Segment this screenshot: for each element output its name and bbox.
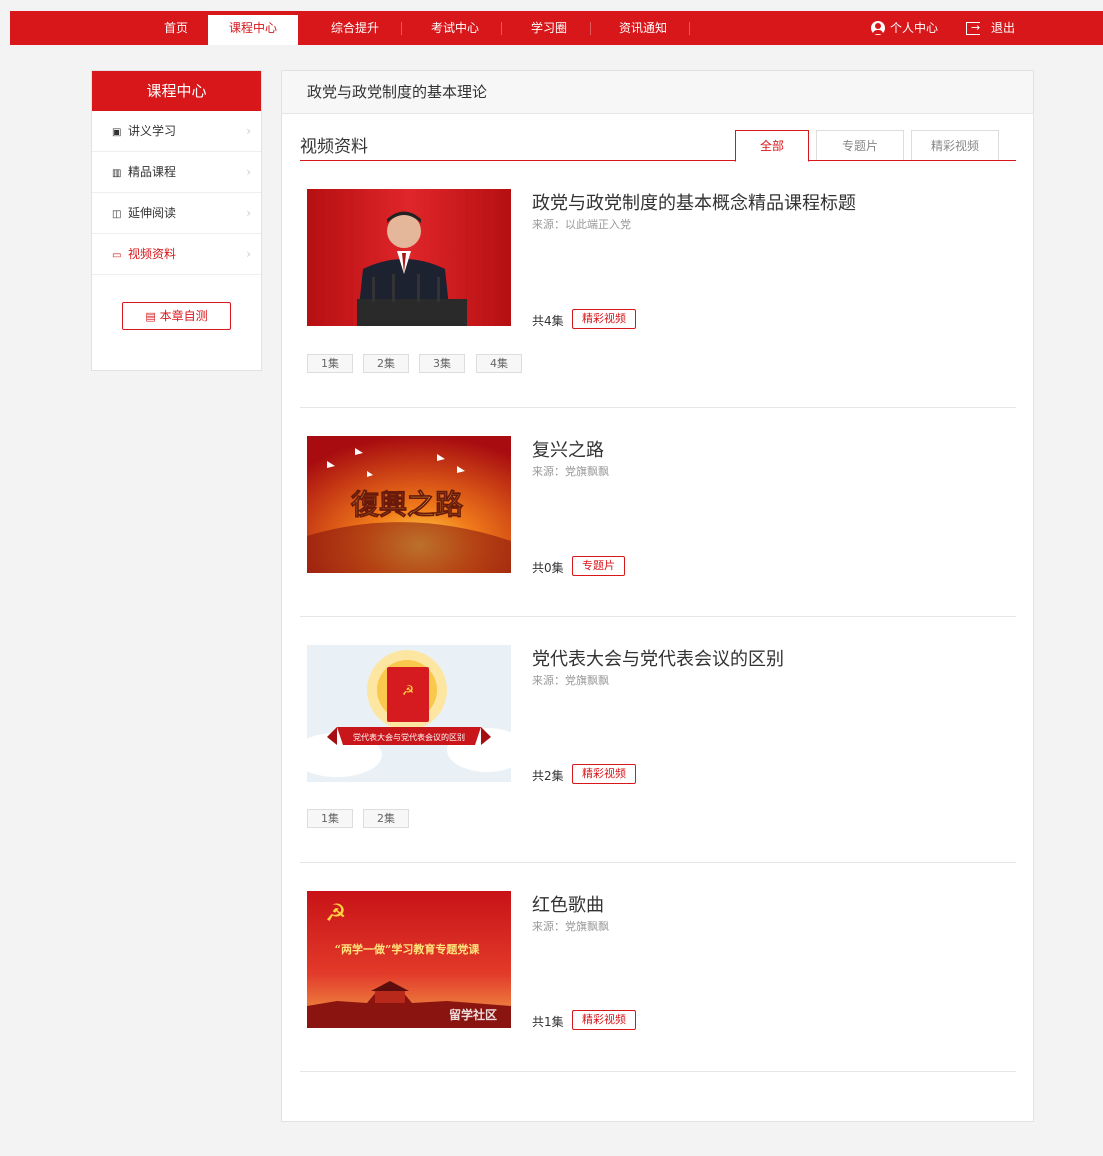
- video-thumbnail[interactable]: [307, 189, 511, 326]
- video-source: 来源：以此端正入党: [532, 218, 631, 231]
- video-icon: ▭: [112, 250, 122, 261]
- sidebar-item-label: 精品课程: [128, 165, 177, 179]
- category-tag: 精彩视频: [572, 764, 636, 784]
- svg-text:☭: ☭: [402, 683, 415, 699]
- episode-button[interactable]: 4集: [476, 354, 522, 373]
- video-thumbnail[interactable]: 復興之路: [307, 436, 511, 573]
- sidebar-title: 课程中心: [92, 71, 261, 111]
- entry-divider: [300, 862, 1016, 863]
- thumb-caption: “两学一做”学习教育专题党课: [335, 942, 481, 956]
- main-panel: 政党与政党制度的基本理论 视频资料 全部 专题片 精彩视频 政党与政党制度的基本…: [281, 70, 1034, 1122]
- nav-study-circle[interactable]: 学习圈: [520, 11, 578, 45]
- video-source: 来源：党旗飘飘: [532, 465, 609, 478]
- category-tag: 精彩视频: [572, 1010, 636, 1030]
- sidebar-item-label: 讲义学习: [128, 124, 177, 138]
- sidebar-item-premium-course[interactable]: ▥ 精品课程 ›: [92, 152, 261, 193]
- svg-text:☭: ☭: [325, 899, 347, 927]
- video-title[interactable]: 红色歌曲: [532, 891, 604, 917]
- episode-button[interactable]: 2集: [363, 354, 409, 373]
- episode-count: 共0集: [532, 561, 564, 575]
- user-icon: [871, 21, 885, 35]
- nav-divider: [501, 22, 502, 35]
- test-icon: ▤: [145, 310, 156, 323]
- video-source: 来源：党旗飘飘: [532, 674, 609, 687]
- document-icon: ▣: [112, 127, 122, 138]
- nav-exam-center[interactable]: 考试中心: [420, 11, 490, 45]
- category-tag: 专题片: [572, 556, 625, 576]
- nav-divider: [590, 22, 591, 35]
- nav-course-center[interactable]: 课程中心: [208, 15, 298, 45]
- episode-button[interactable]: 1集: [307, 354, 353, 373]
- episode-button[interactable]: 1集: [307, 809, 353, 828]
- nav-divider: [401, 22, 402, 35]
- book-icon: ▥: [112, 168, 122, 179]
- video-thumbnail[interactable]: ☭ 党代表大会与党代表会议的区别: [307, 645, 511, 782]
- category-tag: 精彩视频: [572, 309, 636, 329]
- user-center-link[interactable]: 个人中心: [871, 11, 938, 45]
- sidebar-item-label: 视频资料: [128, 247, 177, 261]
- sidebar-item-label: 延伸阅读: [128, 206, 177, 220]
- entry-divider: [300, 616, 1016, 617]
- video-title[interactable]: 复兴之路: [532, 436, 604, 462]
- chevron-right-icon: ›: [246, 165, 251, 179]
- chapter-selftest-button[interactable]: ▤ 本章自测: [122, 302, 231, 330]
- episode-count: 共2集: [532, 769, 564, 783]
- bookmark-icon: ◫: [112, 209, 122, 220]
- selftest-label: 本章自测: [159, 309, 208, 323]
- sidebar-item-extended-reading[interactable]: ◫ 延伸阅读 ›: [92, 193, 261, 234]
- section-title: 视频资料: [300, 137, 368, 157]
- sidebar-item-video[interactable]: ▭ 视频资料 ›: [92, 234, 261, 275]
- tab-featured-video[interactable]: 精彩视频: [911, 130, 999, 161]
- nav-divider: [689, 22, 690, 35]
- chevron-right-icon: ›: [246, 206, 251, 220]
- nav-news[interactable]: 资讯通知: [608, 11, 678, 45]
- video-thumbnail[interactable]: ☭ “两学一做”学习教育专题党课 留学社区: [307, 891, 511, 1028]
- sidebar-item-lecture[interactable]: ▣ 讲义学习 ›: [92, 111, 261, 152]
- video-title[interactable]: 党代表大会与党代表会议的区别: [532, 645, 784, 671]
- video-source: 来源：党旗飘飘: [532, 920, 609, 933]
- logout-link[interactable]: 退出: [966, 11, 1015, 45]
- sidebar: 课程中心 ▣ 讲义学习 › ▥ 精品课程 › ◫ 延伸阅读 › ▭ 视频资料 › ▤ 本…: [91, 70, 262, 371]
- episode-button[interactable]: 3集: [419, 354, 465, 373]
- tab-documentary[interactable]: 专题片: [816, 130, 904, 161]
- chevron-right-icon: ›: [246, 124, 251, 138]
- chevron-right-icon: ›: [246, 247, 251, 261]
- thumb-watermark: 留学社区: [449, 1007, 497, 1022]
- thumb-caption: 党代表大会与党代表会议的区别: [353, 732, 465, 742]
- thumb-caption: 復興之路: [350, 488, 464, 521]
- tab-all[interactable]: 全部: [735, 130, 809, 162]
- top-nav-bar: 首页 课程中心 综合提升 考试中心 学习圈 资讯通知 个人中心 退出: [10, 11, 1103, 45]
- user-center-label: 个人中心: [890, 21, 939, 35]
- section-underline: [300, 160, 1016, 161]
- page-title: 政党与政党制度的基本理论: [282, 71, 1033, 114]
- entry-divider: [300, 1071, 1016, 1072]
- video-title[interactable]: 政党与政党制度的基本概念精品课程标题: [532, 189, 856, 215]
- logout-icon: [966, 11, 980, 45]
- logout-label: 退出: [991, 21, 1016, 35]
- episode-button[interactable]: 2集: [363, 809, 409, 828]
- entry-divider: [300, 407, 1016, 408]
- episode-count: 共1集: [532, 1015, 564, 1029]
- episode-count: 共4集: [532, 314, 564, 328]
- nav-home[interactable]: 首页: [142, 11, 210, 45]
- nav-comprehensive[interactable]: 综合提升: [320, 11, 390, 45]
